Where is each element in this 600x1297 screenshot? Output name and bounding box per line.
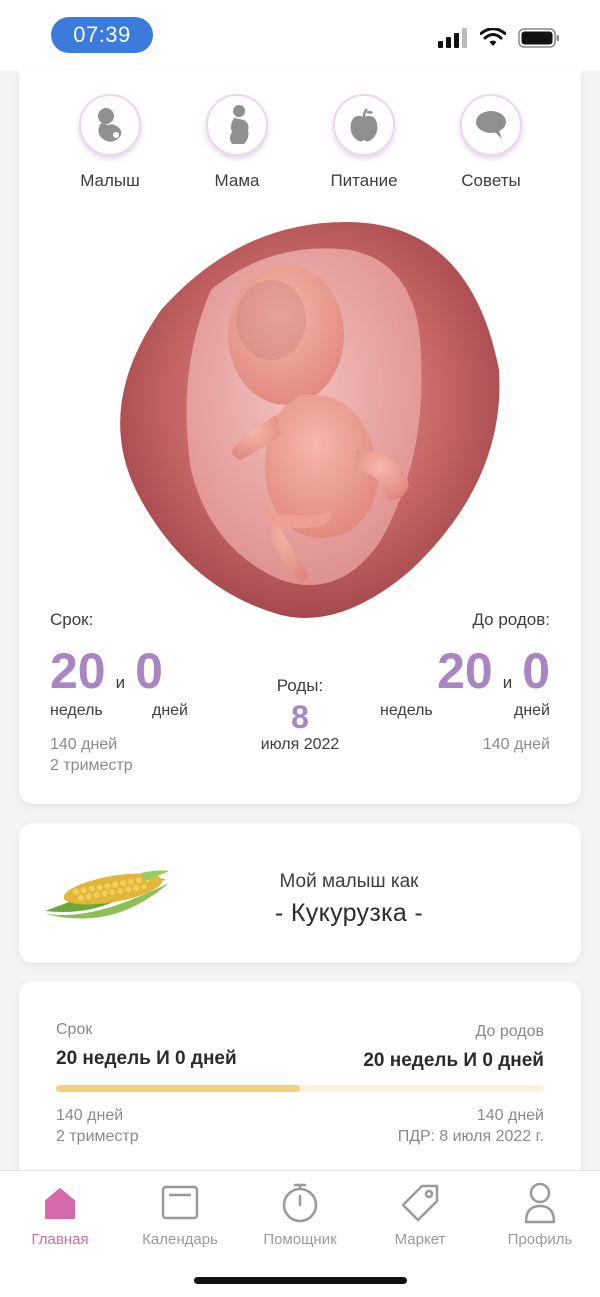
comparison-text: Мой малыш как - Кукурузка - xyxy=(189,871,509,928)
tab-assistant[interactable]: Помощник xyxy=(240,1181,360,1248)
progress-left: Срок 20 недель И 0 дней xyxy=(56,1021,237,1070)
tab-market-label: Маркет xyxy=(394,1231,446,1248)
until-caption: До родов: xyxy=(472,610,550,629)
term-and: и xyxy=(115,673,126,692)
tab-market[interactable]: Маркет xyxy=(360,1181,480,1248)
birth-date-block: Роды: 8 июля 2022 xyxy=(220,676,380,754)
term-days-unit: дней xyxy=(151,702,188,719)
term-trimester: 2 триместр xyxy=(50,757,133,774)
progress-card: Срок 20 недель И 0 дней До родов 20 неде… xyxy=(19,981,581,1181)
tab-calendar-label: Календарь xyxy=(142,1231,218,1248)
term-weeks: 20 xyxy=(50,643,106,699)
term-caption: Срок: xyxy=(50,610,94,629)
term-block: Срок: 20 и 0 недель дней 140 дней 2 трим… xyxy=(50,610,220,776)
term-weeks-unit: недель xyxy=(50,702,103,719)
tab-assistant-label: Помощник xyxy=(263,1231,337,1248)
calendar-icon xyxy=(161,1185,199,1220)
progress-right: До родов 20 недель И 0 дней xyxy=(363,1023,544,1072)
progress-right-caption: До родов xyxy=(475,1023,544,1040)
progress-left-trimester: 2 триместр xyxy=(56,1128,139,1145)
until-days: 0 xyxy=(522,643,550,699)
progress-fill xyxy=(56,1085,300,1092)
until-total-days: 140 дней xyxy=(482,736,550,753)
birth-month: июля 2022 xyxy=(260,736,340,753)
category-tips[interactable]: Советы xyxy=(431,94,551,191)
comparison-intro: Мой малыш как xyxy=(279,871,419,892)
tab-home-label: Главная xyxy=(31,1231,89,1248)
birth-label: Роды: xyxy=(276,676,324,695)
tab-profile-label: Профиль xyxy=(507,1231,573,1248)
tab-profile[interactable]: Профиль xyxy=(480,1181,600,1248)
category-nutrition-label: Питание xyxy=(330,171,398,190)
size-comparison-card[interactable]: Мой малыш как - Кукурузка - xyxy=(19,823,581,963)
progress-due-date: ПДР: 8 июля 2022 г. xyxy=(397,1128,544,1145)
wifi-icon xyxy=(480,28,506,46)
category-row: Малыш Мама Питание Советы xyxy=(19,94,581,204)
stopwatch-icon xyxy=(282,1183,318,1223)
progress-right-days: 140 дней xyxy=(476,1107,544,1124)
category-baby-label: Малыш xyxy=(80,171,140,190)
home-icon xyxy=(45,1188,75,1219)
progress-left-sub: 140 дней 2 триместр xyxy=(56,1105,139,1147)
corn-image xyxy=(43,870,169,919)
until-weeks: 20 xyxy=(437,643,493,699)
mother-icon xyxy=(230,105,249,144)
pregnancy-progress-bar xyxy=(56,1085,544,1092)
apple-icon xyxy=(350,108,378,142)
progress-left-caption: Срок xyxy=(56,1021,93,1038)
progress-right-value: 20 недель И 0 дней xyxy=(363,1050,544,1071)
tab-home[interactable]: Главная xyxy=(0,1181,120,1248)
progress-left-value: 20 недель И 0 дней xyxy=(56,1048,237,1069)
home-indicator[interactable] xyxy=(194,1277,407,1284)
category-mother-label: Мама xyxy=(214,171,260,190)
birth-day: 8 xyxy=(291,699,309,735)
category-baby[interactable]: Малыш xyxy=(50,94,170,191)
tab-calendar[interactable]: Календарь xyxy=(120,1181,240,1248)
category-mother[interactable]: Мама xyxy=(177,94,297,191)
progress-left-days: 140 дней xyxy=(56,1107,124,1124)
term-days: 0 xyxy=(135,643,163,699)
fetus-illustration xyxy=(101,220,501,620)
until-and: и xyxy=(502,673,513,692)
signal-icon xyxy=(438,28,467,48)
baby-icon xyxy=(98,108,122,142)
comparison-fruit: - Кукурузка - xyxy=(275,899,423,927)
category-tips-label: Советы xyxy=(461,171,521,190)
progress-right-sub: 140 дней ПДР: 8 июля 2022 г. xyxy=(398,1105,544,1147)
category-nutrition[interactable]: Питание xyxy=(304,94,424,191)
term-total-days: 140 дней xyxy=(50,736,118,753)
until-birth-block: До родов: 20 и 0 недель дней 140 дней xyxy=(380,610,550,755)
status-icons xyxy=(438,27,560,49)
pregnancy-summary-card: Малыш Мама Питание Советы Срок: 20 и 0 н… xyxy=(19,70,581,804)
until-days-unit: дней xyxy=(513,702,550,719)
until-weeks-unit: недель xyxy=(380,702,433,719)
profile-icon xyxy=(524,1182,556,1224)
speech-bubble-icon xyxy=(476,111,506,139)
tag-icon xyxy=(401,1184,439,1222)
battery-icon xyxy=(518,28,559,48)
status-time: 07:39 xyxy=(51,17,153,53)
status-bar: 07:39 xyxy=(0,0,600,70)
